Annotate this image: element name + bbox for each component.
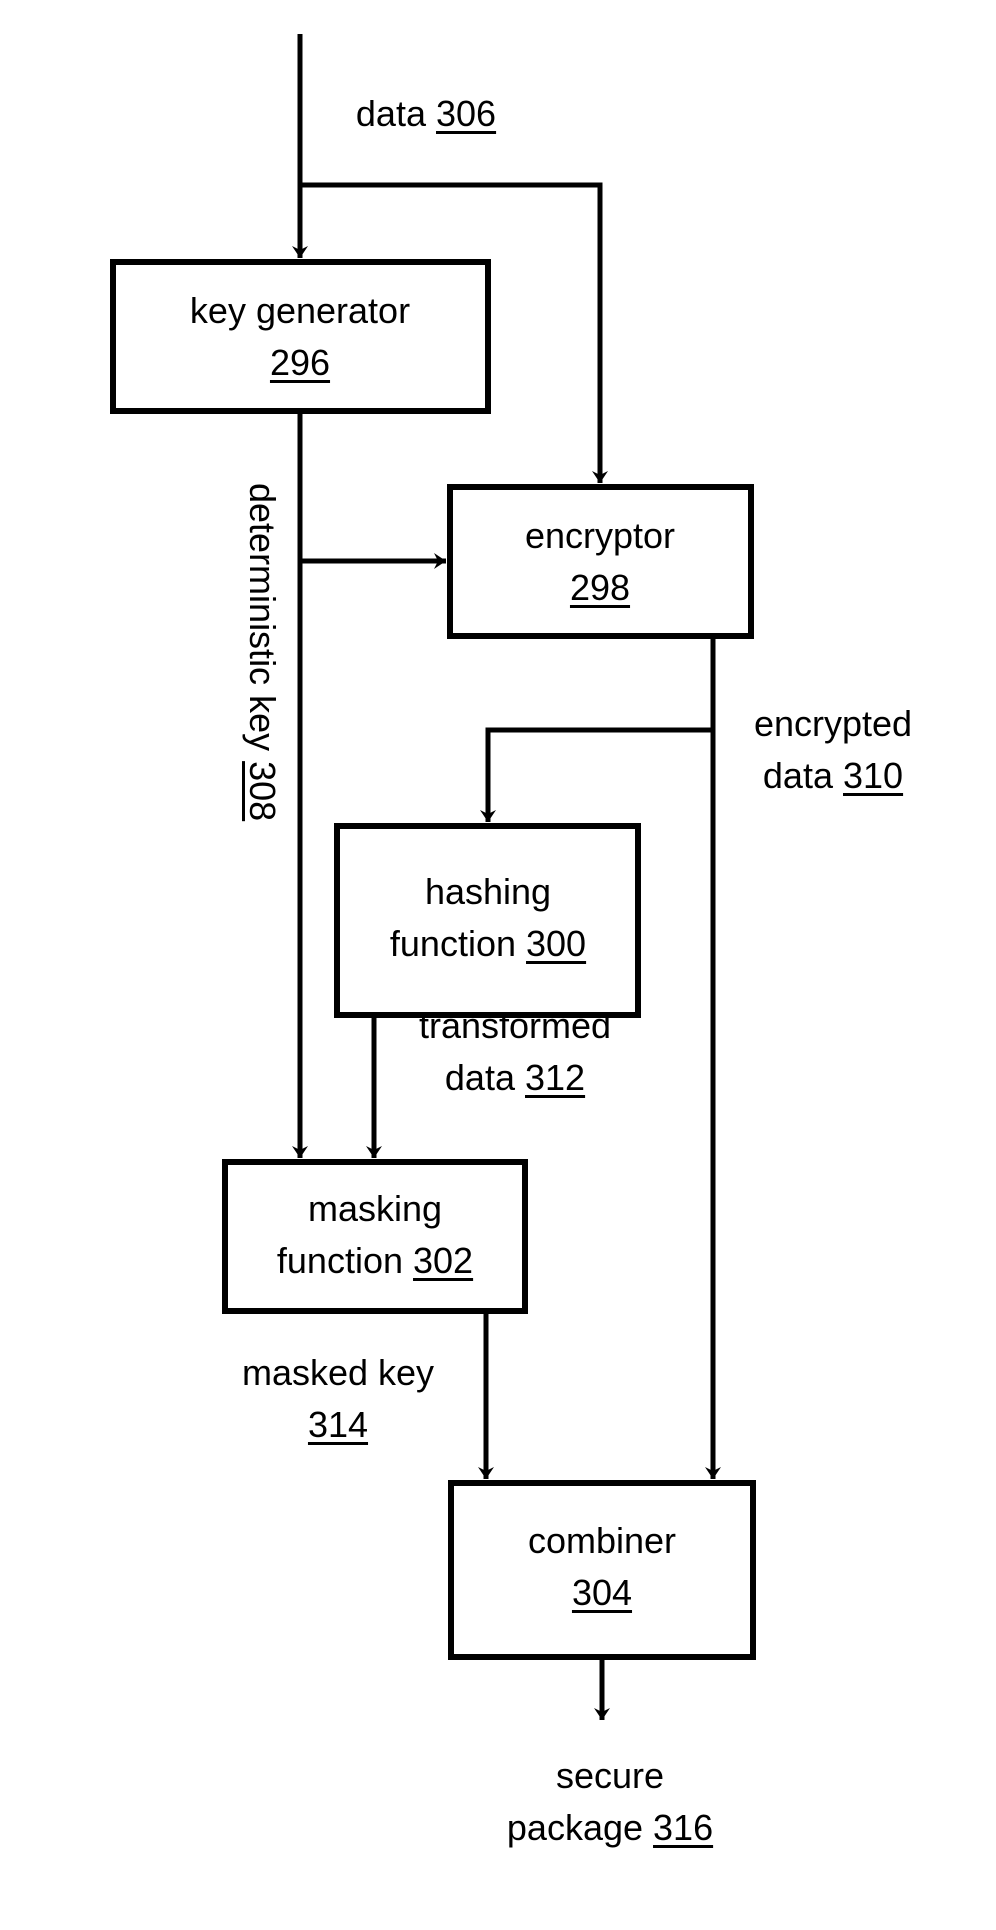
- encryptor-label: encryptor 298: [525, 510, 675, 614]
- transformed-data-label: transformed data 312: [418, 1005, 612, 1098]
- data-label: data 306: [355, 93, 497, 134]
- deterministic-key-ref: 308: [242, 761, 283, 822]
- hashing-function-label: hashing function 300: [389, 871, 587, 964]
- combiner-label: combiner 304: [528, 1515, 676, 1619]
- masked-key-ref: 314: [307, 1404, 369, 1445]
- deterministic-key-label: deterministic key 308: [242, 483, 283, 822]
- encrypted-data-label: encrypted data 310: [753, 703, 913, 796]
- masking-function-label: masking function 302: [276, 1188, 474, 1281]
- masked-key-label: masked key 314: [242, 1347, 434, 1451]
- encrypted-data-ref: 310: [843, 755, 904, 796]
- encryptor-ref: 298: [569, 567, 631, 608]
- combiner-ref: 304: [571, 1572, 633, 1613]
- transformed-data-ref: 312: [525, 1057, 586, 1098]
- masking-function-ref: 302: [413, 1240, 474, 1281]
- encrypted-to-hashing-arrow: [480, 727, 713, 822]
- secure-package-label: secure package 316: [506, 1755, 714, 1848]
- data-ref: 306: [436, 93, 497, 134]
- secure-package-ref: 316: [653, 1807, 714, 1848]
- key-generator-ref: 296: [269, 342, 331, 383]
- key-generator-label: key generator 296: [190, 285, 410, 389]
- hashing-function-ref: 300: [526, 923, 587, 964]
